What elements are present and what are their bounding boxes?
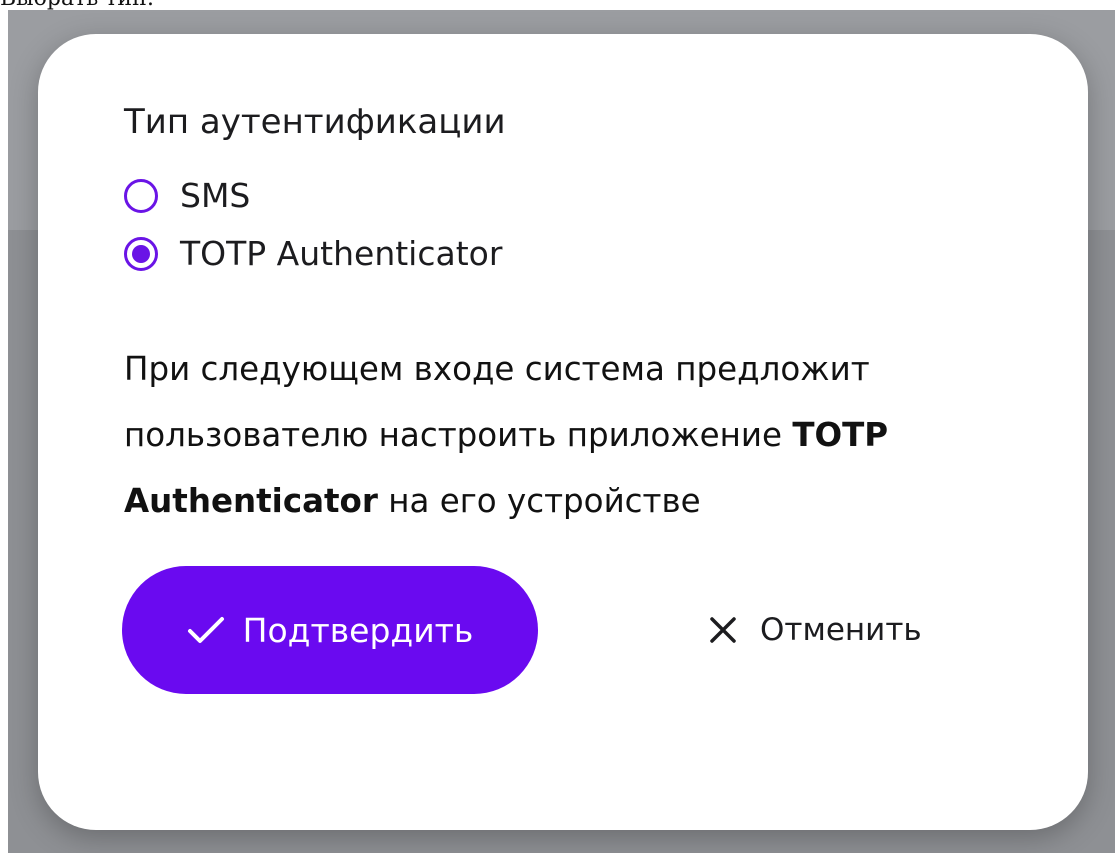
radio-selected-dot bbox=[132, 244, 150, 263]
auth-type-dialog: Тип аутентификации SMS TOTP Authenticato… bbox=[38, 34, 1088, 830]
description-text-1: При следующем входе система предложит по… bbox=[124, 350, 870, 454]
dialog-description: При следующем входе система предложит по… bbox=[124, 336, 1024, 534]
confirm-button-label: Подтвердить bbox=[242, 610, 474, 650]
description-text-2: на его устройстве bbox=[377, 482, 701, 520]
confirm-button[interactable]: Подтвердить bbox=[122, 566, 538, 694]
cancel-button-label: Отменить bbox=[760, 612, 922, 648]
dialog-heading: Тип аутентификации bbox=[124, 102, 506, 142]
radio-option-totp[interactable]: TOTP Authenticator bbox=[124, 234, 502, 273]
radio-option-sms[interactable]: SMS bbox=[124, 176, 250, 215]
check-icon bbox=[187, 617, 224, 643]
radio-label-totp: TOTP Authenticator bbox=[180, 234, 503, 273]
radio-button-totp[interactable] bbox=[124, 236, 158, 271]
cancel-button[interactable]: Отменить bbox=[708, 600, 922, 660]
close-icon bbox=[710, 617, 736, 643]
radio-label-sms: SMS bbox=[180, 176, 251, 215]
radio-button-sms[interactable] bbox=[124, 178, 158, 213]
